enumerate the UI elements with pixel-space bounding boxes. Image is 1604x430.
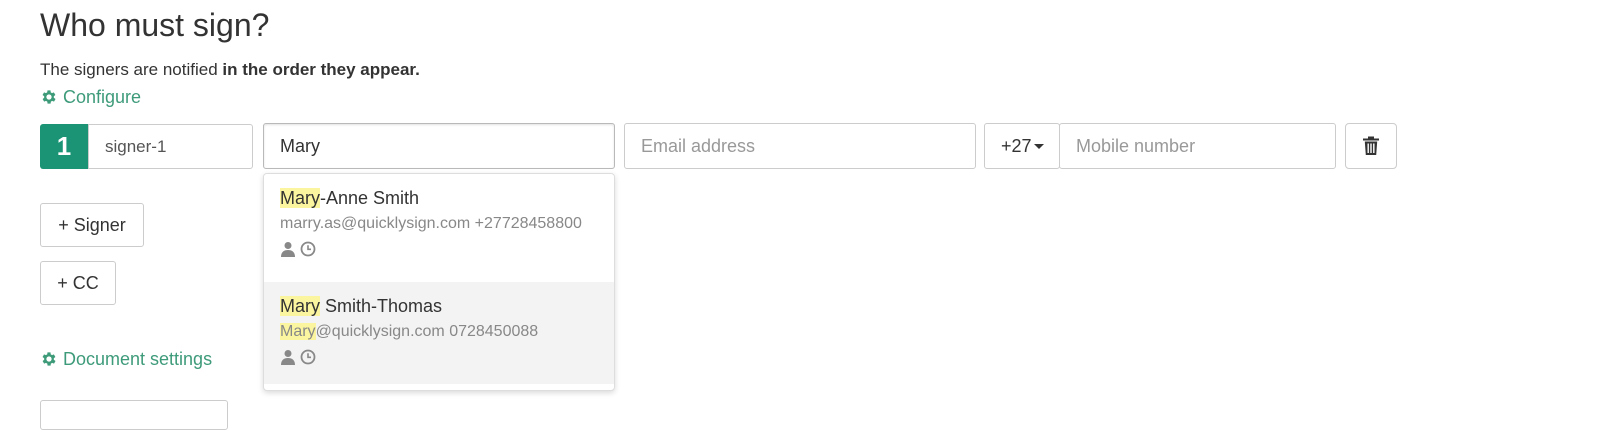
suggestion-name-rest: Smith-Thomas <box>320 296 443 316</box>
suggestion-email: marry.as@quicklysign.com <box>280 215 471 232</box>
suggestion-icons <box>280 241 598 257</box>
clock-icon <box>300 241 316 257</box>
suggestion-name: Mary Smith-Thomas <box>280 294 598 318</box>
configure-link[interactable]: Configure <box>40 86 141 108</box>
caret-down-icon <box>1033 143 1044 149</box>
gear-icon <box>42 90 56 104</box>
match-highlight: Mary <box>280 188 320 208</box>
clock-icon <box>300 349 316 365</box>
suggestion-item[interactable]: Mary Smith-Thomas Mary@quicklysign.com 0… <box>264 282 614 384</box>
email-field[interactable]: Email address <box>624 123 976 169</box>
user-icon <box>281 242 295 257</box>
suggestion-details: marry.as@quicklysign.com +27728458800 <box>280 213 598 235</box>
order-notice: The signers are notified in the order th… <box>40 60 420 80</box>
suggestion-item[interactable]: Mary-Anne Smith marry.as@quicklysign.com… <box>264 174 614 276</box>
mobile-field[interactable]: Mobile number <box>1059 123 1336 169</box>
signer-role-field[interactable]: signer-1 <box>88 124 253 169</box>
delete-signer-button[interactable] <box>1345 123 1397 169</box>
match-highlight: Mary <box>280 323 316 340</box>
suggestion-phone: +27728458800 <box>474 215 582 232</box>
suggestion-name-rest: -Anne Smith <box>320 188 420 208</box>
document-settings-link[interactable]: Document settings <box>40 348 212 370</box>
suggestion-phone: 0728450088 <box>449 323 539 340</box>
trash-icon <box>1363 136 1379 155</box>
configure-label: Configure <box>63 87 142 107</box>
page-title: Who must sign? <box>40 7 270 43</box>
signer-name-input[interactable]: Mary <box>263 123 615 169</box>
add-cc-button[interactable]: + CC <box>40 261 116 305</box>
suggestion-email: @quicklysign.com <box>315 323 445 340</box>
add-signer-button[interactable]: + Signer <box>40 203 144 247</box>
country-code-select[interactable]: +27 <box>984 123 1060 169</box>
suggestion-icons <box>280 349 598 365</box>
suggestion-name: Mary-Anne Smith <box>280 186 598 210</box>
document-settings-label: Document settings <box>63 349 213 369</box>
order-notice-text: The signers are notified <box>40 60 223 79</box>
gear-icon <box>42 352 56 366</box>
user-icon <box>281 350 295 365</box>
order-notice-bold: in the order they appear. <box>222 60 420 79</box>
country-code-value: +27 <box>1001 135 1032 156</box>
autocomplete-dropdown: Mary-Anne Smith marry.as@quicklysign.com… <box>263 173 615 391</box>
match-highlight: Mary <box>280 296 320 316</box>
partial-button[interactable] <box>40 400 228 430</box>
suggestion-details: Mary@quicklysign.com 0728450088 <box>280 321 598 343</box>
signer-number: 1 <box>40 124 88 169</box>
